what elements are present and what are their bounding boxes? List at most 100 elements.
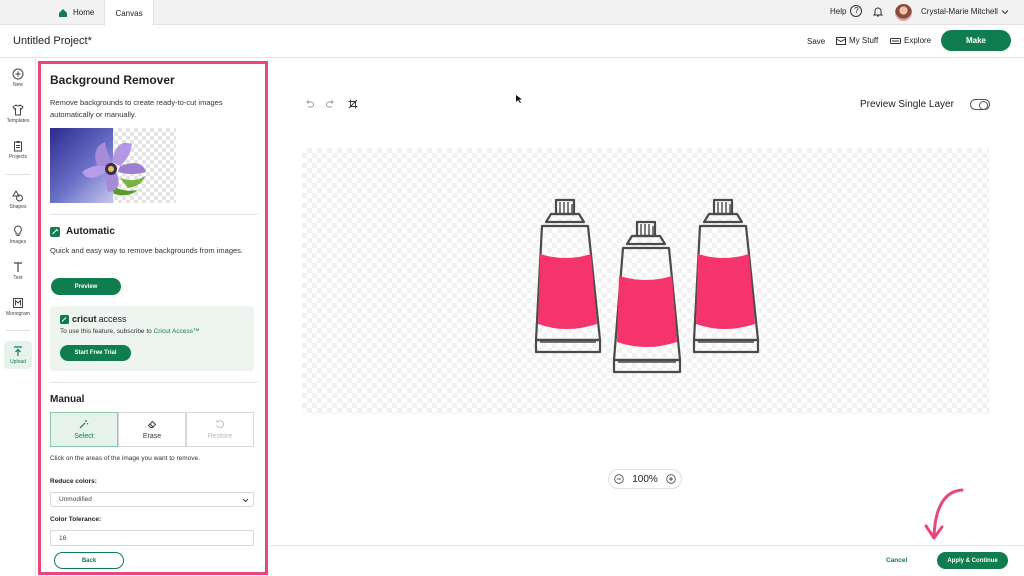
color-tolerance-input[interactable]	[50, 530, 254, 546]
reduce-colors-select[interactable]: Unmodified	[50, 492, 254, 507]
manual-instruction: Click on the areas of the image you want…	[50, 455, 200, 462]
rail-label-upload: Upload	[10, 359, 26, 365]
access-text-prefix: To use this feature, subscribe to	[60, 328, 154, 335]
username[interactable]: Crystal-Marie Mitchell	[921, 7, 998, 16]
undo-icon[interactable]	[304, 99, 314, 109]
tab-home[interactable]: Home	[56, 0, 104, 25]
select-tool-label: Select	[74, 433, 94, 440]
paint-tube-middle-band	[617, 276, 677, 347]
access-subscribe-text: To use this feature, subscribe to Cricut…	[60, 328, 199, 335]
chevron-down-icon[interactable]	[1001, 8, 1009, 16]
cancel-button[interactable]: Cancel	[886, 557, 907, 564]
eraser-icon	[147, 420, 157, 428]
bell-icon[interactable]	[872, 6, 884, 18]
zoom-control: 100%	[608, 469, 682, 489]
left-toolbar: New Templates Projects Shapes Images Tex…	[0, 58, 36, 576]
reduce-colors-value: Unmodified	[59, 496, 92, 503]
cricut-access-link[interactable]: Cricut Access™	[154, 328, 200, 335]
zoom-in-icon[interactable]	[666, 474, 676, 484]
rail-item-images[interactable]: Images	[0, 225, 36, 245]
erase-tool-label: Erase	[142, 433, 162, 440]
zoom-out-icon[interactable]	[614, 474, 624, 484]
lightbulb-icon	[14, 225, 22, 236]
help-icon: ?	[850, 5, 863, 17]
machine-icon	[890, 37, 901, 44]
upload-icon	[14, 346, 22, 356]
rail-label-shapes: Shapes	[9, 204, 27, 210]
rail-item-shapes[interactable]: Shapes	[0, 190, 36, 210]
monogram-icon	[13, 298, 23, 308]
my-stuff-label: My Stuff	[849, 36, 879, 45]
automatic-heading: Automatic	[50, 226, 115, 237]
section-divider	[50, 382, 258, 383]
panel-title: Background Remover	[50, 73, 175, 87]
clipboard-icon	[14, 141, 22, 152]
rail-label-text: Text	[13, 275, 23, 281]
back-button[interactable]: Back	[54, 552, 124, 569]
panel-description: Remove backgrounds to create ready-to-cu…	[50, 98, 223, 119]
background-remover-panel: Background Remover Remove backgrounds to…	[38, 61, 268, 575]
shirt-icon	[12, 104, 24, 116]
rail-item-projects[interactable]: Projects	[0, 140, 36, 160]
auto-remove-icon	[50, 226, 60, 237]
restore-icon	[215, 420, 225, 429]
cricut-access-promo: cricut access To use this feature, subsc…	[50, 306, 254, 371]
text-icon	[14, 262, 22, 272]
flower-illustration	[82, 142, 146, 196]
start-free-trial-button[interactable]: Start Free Trial	[60, 345, 131, 361]
cricut-logo-icon	[60, 314, 69, 324]
rail-item-text[interactable]: Text	[0, 261, 36, 281]
preview-single-layer-label: Preview Single Layer	[860, 99, 954, 110]
help-label: Help	[830, 6, 847, 16]
rail-item-upload[interactable]: Upload	[4, 341, 32, 369]
shapes-icon	[12, 190, 23, 202]
edit-toolbar	[304, 99, 358, 109]
explore-button[interactable]: Explore	[890, 36, 931, 45]
preview-single-layer-toggle[interactable]	[970, 99, 990, 110]
automatic-description: Quick and easy way to remove backgrounds…	[50, 246, 244, 255]
my-stuff-button[interactable]: My Stuff	[836, 36, 878, 45]
rail-item-templates[interactable]: Templates	[0, 104, 36, 124]
rail-label-monogram: Monogram	[6, 311, 30, 317]
rail-divider	[6, 330, 30, 331]
restore-tool-button[interactable]: Restore	[186, 412, 254, 447]
rail-item-monogram[interactable]: Monogram	[0, 297, 36, 317]
rail-divider	[6, 174, 30, 175]
cricut-access-logo: cricut access	[60, 314, 127, 324]
brand-access: access	[98, 314, 127, 324]
avatar[interactable]	[895, 4, 912, 21]
erase-tool-button[interactable]: Erase	[118, 412, 186, 447]
tab-canvas[interactable]: Canvas	[104, 0, 154, 26]
rail-label-new: New	[12, 82, 23, 88]
paint-tube-left-band	[538, 254, 597, 329]
crop-icon[interactable]	[348, 99, 358, 109]
color-tolerance-label: Color Tolerance:	[50, 516, 102, 523]
home-icon	[59, 8, 67, 17]
rail-label-templates: Templates	[6, 118, 30, 124]
paint-tubes-image	[534, 198, 760, 374]
select-tool-button[interactable]: Select	[50, 412, 118, 447]
section-divider	[50, 214, 258, 215]
plus-circle-icon	[12, 68, 24, 80]
rail-item-new[interactable]: New	[0, 68, 36, 88]
sample-flower-image	[50, 128, 176, 203]
tab-canvas-label: Canvas	[115, 8, 143, 18]
redo-icon[interactable]	[326, 99, 336, 109]
reduce-colors-label: Reduce colors:	[50, 478, 97, 485]
make-button[interactable]: Make	[941, 30, 1011, 51]
preview-button[interactable]: Preview	[51, 278, 121, 295]
magic-wand-icon	[79, 420, 89, 429]
annotation-arrow-icon	[924, 488, 964, 540]
top-tab-bar: Home Canvas Help ? Crystal-Marie Mitchel…	[0, 0, 1024, 26]
automatic-heading-label: Automatic	[66, 226, 115, 237]
explore-label: Explore	[904, 36, 932, 45]
chevron-down-icon	[242, 498, 249, 503]
help-button[interactable]: Help ?	[830, 5, 863, 17]
brand-cricut: cricut	[72, 314, 97, 324]
tab-home-label: Home	[73, 8, 95, 17]
manual-tool-group: Select Erase Restore	[50, 412, 254, 447]
project-bar: Untitled Project* Save My Stuff Explore …	[0, 26, 1024, 58]
save-button[interactable]: Save	[807, 37, 825, 46]
apply-and-continue-button[interactable]: Apply & Continue	[937, 552, 1008, 569]
project-title[interactable]: Untitled Project*	[13, 35, 92, 47]
